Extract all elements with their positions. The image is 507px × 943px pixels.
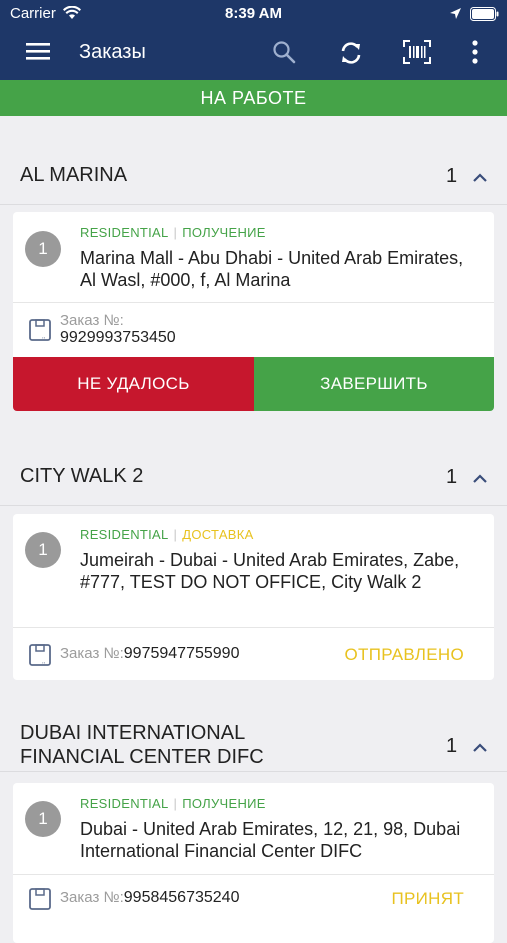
order-number-row: Заказ №:9958456735240 xyxy=(60,889,239,907)
barcode-scan-icon[interactable] xyxy=(403,40,431,69)
refresh-icon[interactable] xyxy=(338,40,364,71)
order-number-label: Заказ №: xyxy=(60,645,124,662)
order-number: 9929993753450 xyxy=(60,329,176,346)
order-number-label: Заказ №: xyxy=(60,312,124,329)
status-bar: Carrier 8:39 AM xyxy=(0,0,507,28)
complete-button[interactable]: ЗАВЕРШИТЬ xyxy=(254,357,494,411)
order-number-label: Заказ №: xyxy=(60,889,124,906)
search-icon[interactable] xyxy=(272,40,296,69)
package-icon xyxy=(29,888,51,915)
package-icon: ,, xyxy=(29,319,51,346)
order-status: ПРИНЯТ xyxy=(391,889,464,908)
menu-icon[interactable] xyxy=(26,41,50,66)
svg-text:,,: ,, xyxy=(42,334,46,340)
order-tags: RESIDENTIAL | ПОЛУЧЕНИЕ xyxy=(80,796,266,811)
order-card[interactable]: 1 RESIDENTIAL | ПОЛУЧЕНИЕ Marina Mall - Ab… xyxy=(13,212,494,411)
group-count: 1 xyxy=(446,165,458,187)
order-action: ПОЛУЧЕНИЕ xyxy=(182,225,266,240)
order-tags: RESIDENTIAL | ПОЛУЧЕНИЕ xyxy=(80,225,266,240)
order-card[interactable]: 1 RESIDENTIAL | ПОЛУЧЕНИЕ Dubai - United A… xyxy=(13,783,494,943)
order-index-badge: 1 xyxy=(25,801,61,837)
chevron-up-icon[interactable] xyxy=(472,740,488,758)
order-address: Dubai - United Arab Emirates, 12, 21, 98… xyxy=(80,819,461,861)
app-header: Carrier 8:39 AM Заказы xyxy=(0,0,507,80)
fail-button[interactable]: НЕ УДАЛОСЬ xyxy=(13,357,254,411)
battery-icon xyxy=(470,7,500,25)
order-number: 9975947755990 xyxy=(123,645,240,662)
order-index-badge: 1 xyxy=(25,532,61,568)
group-name: CITY WALK 2 xyxy=(20,465,144,487)
divider xyxy=(13,302,494,303)
order-action: ДОСТАВКА xyxy=(182,527,254,542)
group-name: AL MARINA xyxy=(20,164,128,186)
chevron-up-icon[interactable] xyxy=(472,471,488,489)
order-type: RESIDENTIAL xyxy=(80,796,169,811)
divider xyxy=(13,627,494,628)
on-duty-banner: НА РАБОТЕ xyxy=(0,80,507,116)
group-count: 1 xyxy=(446,735,458,757)
order-action: ПОЛУЧЕНИЕ xyxy=(182,796,266,811)
package-icon: ,, xyxy=(29,644,51,671)
order-number: 9958456735240 xyxy=(123,889,240,906)
group-header-al-marina[interactable]: AL MARINA 1 xyxy=(0,148,507,205)
order-type: RESIDENTIAL xyxy=(80,527,169,542)
order-type: RESIDENTIAL xyxy=(80,225,169,240)
group-header-difc[interactable]: DUBAI INTERNATIONAL FINANCIAL CENTER DIF… xyxy=(0,719,507,772)
order-number-row: Заказ №:9975947755990 xyxy=(60,645,239,663)
order-address: Marina Mall - Abu Dhabi - United Arab Em… xyxy=(80,248,464,290)
clock: 8:39 AM xyxy=(225,5,282,22)
svg-text:,,: ,, xyxy=(42,659,46,665)
chevron-up-icon[interactable] xyxy=(472,170,488,188)
divider xyxy=(13,874,494,875)
order-index-badge: 1 xyxy=(25,231,61,267)
group-name: DUBAI INTERNATIONAL FINANCIAL CENTER DIF… xyxy=(20,722,264,768)
toolbar: Заказы xyxy=(0,30,507,76)
group-header-city-walk-2[interactable]: CITY WALK 2 1 xyxy=(0,449,507,506)
order-address: Jumeirah - Dubai - United Arab Emirates,… xyxy=(80,550,460,592)
location-arrow-icon xyxy=(449,7,462,24)
order-tags: RESIDENTIAL | ДОСТАВКА xyxy=(80,527,254,542)
order-card[interactable]: 1 RESIDENTIAL | ДОСТАВКА Jumeirah - Dubai … xyxy=(13,514,494,680)
order-status: ОТПРАВЛЕНО xyxy=(344,645,464,664)
more-vert-icon[interactable] xyxy=(471,40,479,69)
page-title: Заказы xyxy=(79,41,146,63)
group-count: 1 xyxy=(446,466,458,488)
